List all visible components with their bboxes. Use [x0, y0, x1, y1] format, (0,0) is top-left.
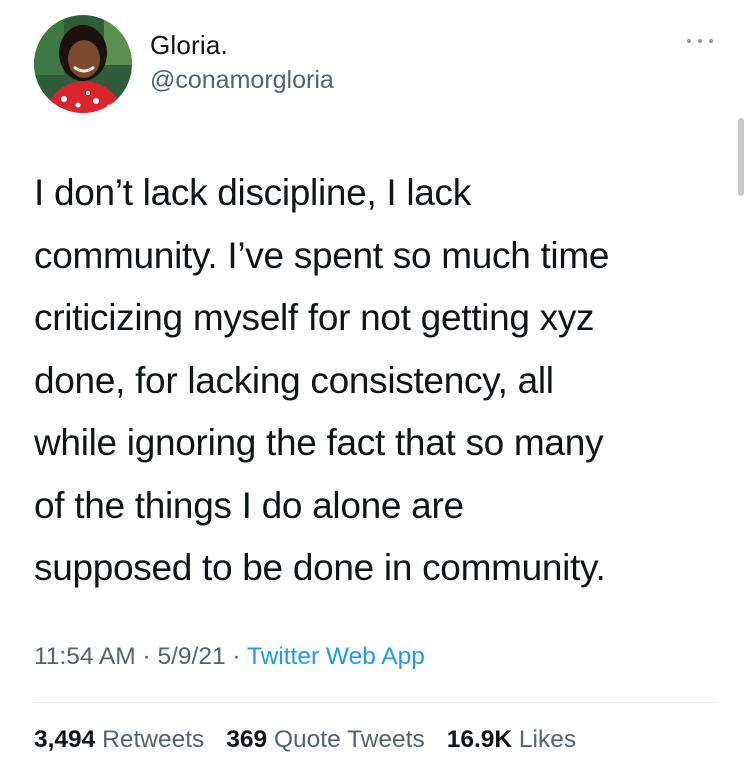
avatar[interactable]	[34, 15, 132, 113]
meta-separator: ·	[135, 643, 158, 670]
tweet-time[interactable]: 11:54 AM	[34, 643, 136, 670]
retweets-label: Retweets	[102, 726, 205, 753]
quote-tweets-count: 369	[226, 726, 268, 753]
likes-label: Likes	[518, 726, 577, 753]
tweet-date[interactable]: 5/9/21	[157, 643, 225, 670]
retweets-count: 3,494	[34, 726, 96, 753]
more-icon[interactable]	[683, 32, 717, 50]
author-name[interactable]: Gloria.	[150, 30, 228, 61]
retweets-stat[interactable]: 3,494 Retweets	[34, 726, 204, 753]
meta-separator: ·	[225, 643, 247, 670]
tweet-card: Gloria. @conamorgloria I don’t lack disc…	[0, 0, 750, 774]
author-handle[interactable]: @conamorgloria	[150, 66, 334, 95]
tweet-source-link[interactable]: Twitter Web App	[247, 643, 425, 670]
likes-stat[interactable]: 16.9K Likes	[447, 726, 576, 753]
likes-count: 16.9K	[446, 726, 513, 753]
tweet-stats: 3,494 Retweets 369 Quote Tweets 16.9K Like…	[34, 726, 576, 754]
tweet-text: I don’t lack discipline, I lack communit…	[34, 172, 610, 588]
tweet-metadata: 11:54 AM · 5/9/21 · Twitter Web App	[34, 643, 425, 671]
quote-tweets-stat[interactable]: 369 Quote Tweets	[226, 726, 424, 753]
divider	[34, 702, 717, 703]
scrollbar-thumb[interactable]	[738, 118, 744, 196]
avatar-image	[34, 15, 132, 113]
quote-tweets-label: Quote Tweets	[273, 726, 425, 753]
